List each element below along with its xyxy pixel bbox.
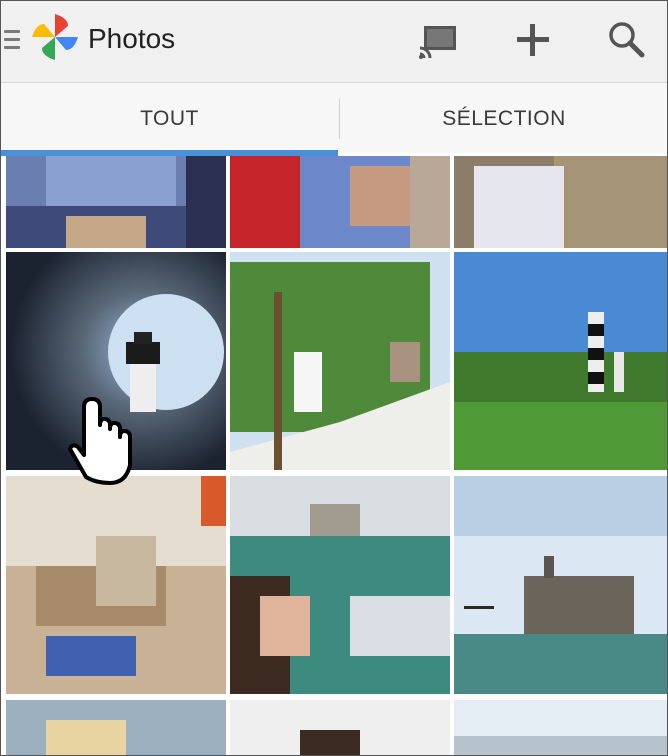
cast-icon[interactable] <box>416 18 460 62</box>
photo-tile[interactable] <box>230 700 450 756</box>
photo-tile[interactable] <box>6 476 226 694</box>
photo-tile-fort-sea[interactable] <box>230 476 450 694</box>
photo-tile-fort-boyard[interactable] <box>454 476 668 694</box>
hamburger-menu-icon[interactable] <box>4 30 20 52</box>
photo-tile-striped-lighthouse[interactable] <box>454 252 668 470</box>
tab-selection[interactable]: SÉLECTION <box>340 83 668 153</box>
photo-tile-child-telescope[interactable] <box>230 252 450 470</box>
photos-pinwheel-logo <box>30 12 80 62</box>
photo-tile[interactable] <box>454 700 668 756</box>
search-icon[interactable] <box>604 18 648 62</box>
app-bar: Photos <box>0 0 668 83</box>
add-icon[interactable] <box>511 18 555 62</box>
photo-tile[interactable] <box>230 156 450 248</box>
tab-tout[interactable]: TOUT <box>0 83 339 153</box>
app-title: Photos <box>88 23 176 54</box>
photo-tile[interactable] <box>6 156 226 248</box>
tab-bar: TOUT SÉLECTION <box>0 83 668 153</box>
hand-pointer-cursor-icon <box>60 395 150 485</box>
photo-tile[interactable] <box>6 700 226 756</box>
photo-tile[interactable] <box>454 156 668 248</box>
